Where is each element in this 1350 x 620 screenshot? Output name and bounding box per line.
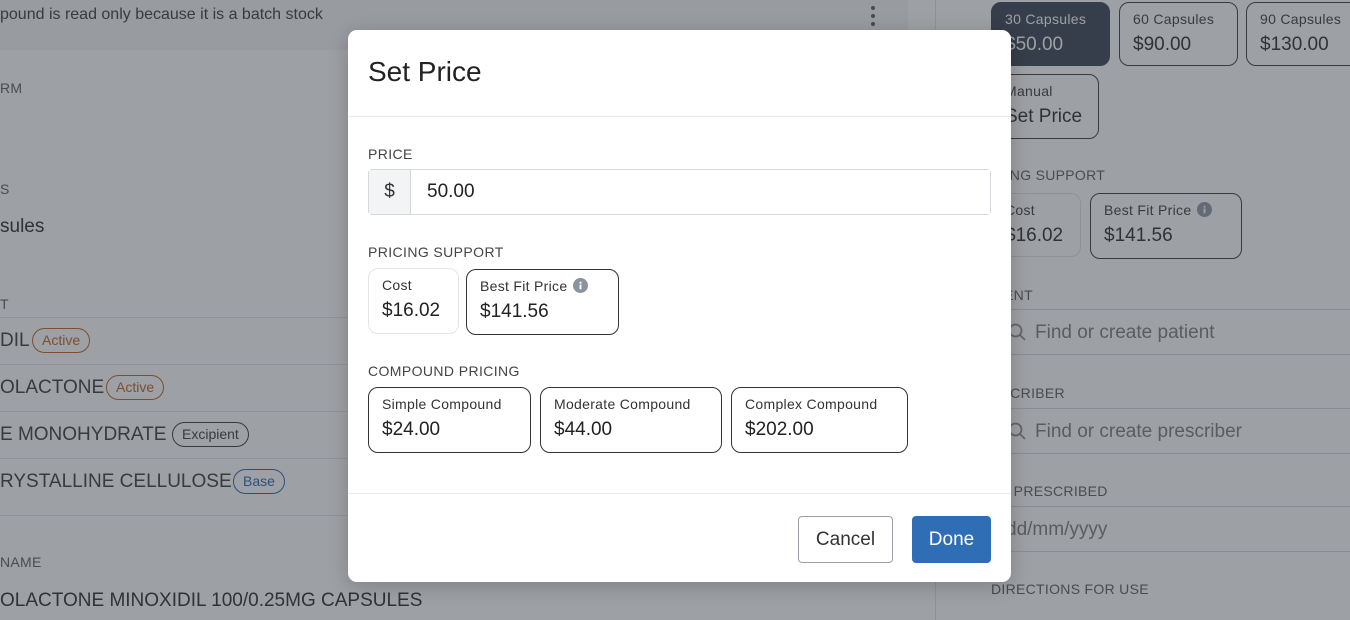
set-price-dialog: Set Price PRICE $ PRICING SUPPORT Cost $…	[348, 30, 1011, 582]
pricing-support-label: PRICING SUPPORT	[368, 244, 504, 260]
moderate-compound-option[interactable]: Moderate Compound $44.00	[540, 387, 722, 453]
currency-prefix: $	[369, 170, 411, 214]
info-icon[interactable]	[573, 278, 589, 293]
price-input-group: $	[368, 169, 991, 215]
card-title: Complex Compound	[745, 396, 878, 412]
card-value: $44.00	[554, 419, 613, 440]
card-title: Best Fit Price	[480, 278, 589, 294]
price-input[interactable]	[411, 170, 990, 214]
card-value: $202.00	[745, 419, 814, 440]
compound-pricing-label: COMPOUND PRICING	[368, 363, 520, 379]
card-title: Moderate Compound	[554, 396, 691, 412]
price-label: PRICE	[368, 146, 413, 162]
done-button[interactable]: Done	[912, 516, 991, 563]
card-value: $24.00	[382, 419, 441, 440]
complex-compound-option[interactable]: Complex Compound $202.00	[731, 387, 908, 453]
dialog-footer: Cancel Done	[348, 493, 1011, 582]
cancel-button[interactable]: Cancel	[798, 516, 893, 563]
best-fit-price-card[interactable]: Best Fit Price $141.56	[466, 269, 619, 335]
cost-card: Cost $16.02	[368, 268, 459, 334]
card-title-text: Best Fit Price	[480, 278, 568, 294]
card-value: $16.02	[382, 300, 441, 321]
card-title: Cost	[382, 277, 412, 293]
dialog-header: Set Price	[348, 30, 1011, 117]
card-title: Simple Compound	[382, 396, 502, 412]
card-value: $141.56	[480, 301, 549, 322]
dialog-title: Set Price	[368, 56, 482, 87]
simple-compound-option[interactable]: Simple Compound $24.00	[368, 387, 531, 453]
